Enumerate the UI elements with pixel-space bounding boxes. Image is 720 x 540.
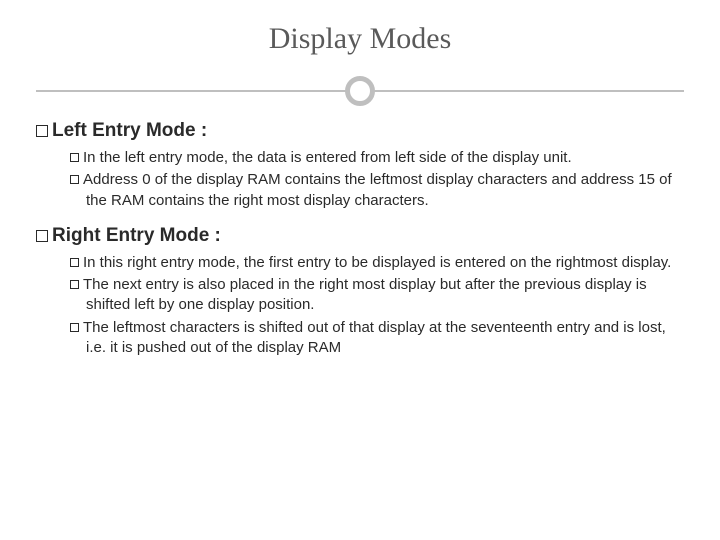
- square-bullet-icon: [70, 175, 79, 184]
- section-heading-left-entry: Left Entry Mode :: [36, 120, 684, 142]
- square-bullet-icon: [70, 258, 79, 267]
- sub-list: In the left entry mode, the data is ente…: [70, 148, 684, 211]
- square-bullet-icon: [36, 125, 48, 137]
- divider-circle-icon: [345, 76, 375, 106]
- square-bullet-icon: [36, 230, 48, 242]
- item-text: The leftmost characters is shifted out o…: [83, 319, 666, 356]
- list-item: In the left entry mode, the data is ente…: [70, 148, 684, 168]
- item-text: Address 0 of the display RAM contains th…: [83, 171, 672, 208]
- list-item: In this right entry mode, the first entr…: [70, 253, 684, 273]
- slide-title: Display Modes: [36, 22, 684, 56]
- section-heading-text: Left Entry Mode :: [52, 120, 207, 142]
- sub-list: In this right entry mode, the first entr…: [70, 253, 684, 358]
- slide: Display Modes Left Entry Mode : In the l…: [0, 0, 720, 540]
- list-item: The leftmost characters is shifted out o…: [70, 318, 684, 359]
- square-bullet-icon: [70, 323, 79, 332]
- item-text: In this right entry mode, the first entr…: [83, 254, 671, 271]
- item-text: In the left entry mode, the data is ente…: [83, 149, 572, 166]
- divider: [36, 74, 684, 108]
- list-item: The next entry is also placed in the rig…: [70, 275, 684, 316]
- item-text: The next entry is also placed in the rig…: [83, 276, 647, 313]
- content-area: Left Entry Mode : In the left entry mode…: [36, 120, 684, 358]
- list-item: Address 0 of the display RAM contains th…: [70, 170, 684, 211]
- section-heading-right-entry: Right Entry Mode :: [36, 225, 684, 247]
- square-bullet-icon: [70, 280, 79, 289]
- square-bullet-icon: [70, 153, 79, 162]
- section-heading-text: Right Entry Mode :: [52, 225, 221, 247]
